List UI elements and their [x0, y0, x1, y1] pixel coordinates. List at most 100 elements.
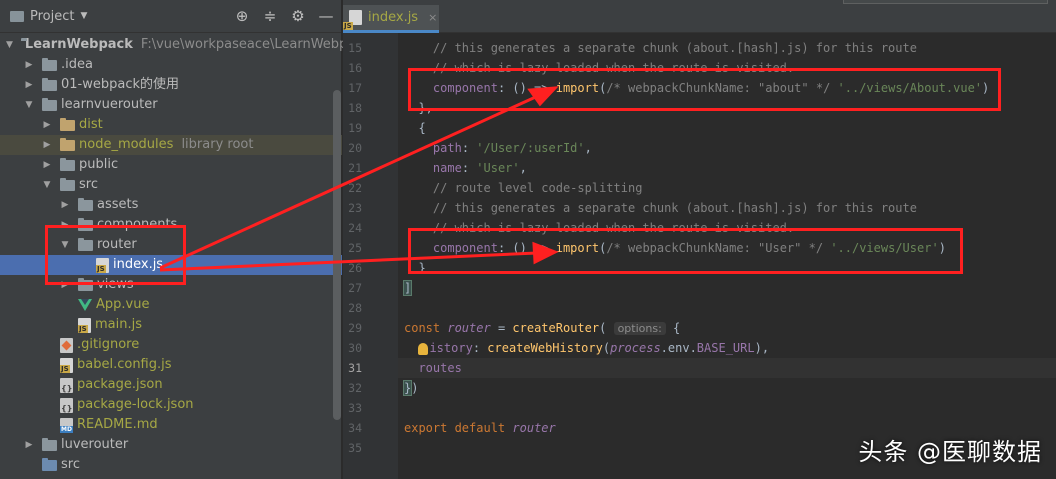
- code-line[interactable]: export default router: [404, 418, 556, 438]
- tree-item[interactable]: App.vue: [0, 295, 342, 315]
- expand-right-icon[interactable]: ▶: [42, 155, 52, 175]
- line-number: 30: [348, 341, 362, 355]
- tree-item[interactable]: ▼ learnvuerouter: [0, 95, 342, 115]
- js-file-icon: [60, 357, 73, 373]
- tree-item[interactable]: ▼ LearnWebpack F:\vue\workpaseace\LearnWeb…: [0, 35, 370, 55]
- gear-icon[interactable]: ⚙: [289, 7, 307, 25]
- code-line[interactable]: // route level code-splitting: [404, 178, 643, 198]
- tree-item[interactable]: ▶ .idea: [0, 55, 342, 75]
- tree-item-label: package-lock.json: [77, 397, 194, 412]
- tree-item-label: components: [97, 217, 178, 232]
- code-line[interactable]: }): [402, 378, 418, 398]
- tree-item-label: assets: [97, 197, 139, 212]
- collapse-all-icon[interactable]: ≑: [261, 7, 279, 25]
- excluded-folder-icon: [60, 117, 75, 131]
- markdown-file-icon: [60, 417, 73, 433]
- tree-item[interactable]: ▶ assets: [0, 195, 342, 215]
- expand-right-icon[interactable]: ▶: [60, 275, 70, 295]
- chevron-down-icon: ▼: [80, 11, 88, 21]
- editor-tab-bar: index.js ×: [343, 0, 1056, 33]
- folder-icon: [42, 437, 57, 451]
- project-toolbar: Project ▼ ⊕ ≑ ⚙ —: [0, 0, 341, 33]
- code-line[interactable]: }: [404, 258, 425, 278]
- expand-down-icon[interactable]: ▼: [60, 235, 70, 255]
- project-view-selector[interactable]: Project ▼: [10, 9, 87, 24]
- json-file-icon: [60, 377, 73, 399]
- code-area[interactable]: // this generates a separate chunk (abou…: [398, 33, 1056, 479]
- hide-icon[interactable]: —: [317, 7, 335, 25]
- expand-down-icon[interactable]: ▼: [24, 95, 34, 115]
- tree-item[interactable]: ▶ node_modules library root: [0, 135, 342, 155]
- toolbar-frame: [843, 0, 1048, 4]
- tree-item[interactable]: ▶ components: [0, 215, 342, 235]
- tree-item[interactable]: babel.config.js: [0, 355, 342, 375]
- js-file-icon: [78, 317, 91, 333]
- tree-item[interactable]: README.md: [0, 415, 342, 435]
- tree-item[interactable]: .gitignore: [0, 335, 342, 355]
- close-icon[interactable]: ×: [428, 11, 437, 24]
- tree-item-note: F:\vue\workpaseace\LearnWebpack: [140, 37, 370, 52]
- tree-item[interactable]: index.js: [0, 255, 342, 275]
- code-line[interactable]: component: () => import(/* webpackChunkN…: [404, 78, 989, 98]
- folder-icon: [60, 157, 75, 171]
- locate-icon[interactable]: ⊕: [233, 7, 251, 25]
- vue-file-icon: [78, 299, 92, 311]
- line-number: 20: [348, 141, 362, 155]
- tree-item[interactable]: ▶ luverouter: [0, 435, 342, 455]
- tree-item[interactable]: ▼ src: [0, 175, 342, 195]
- tree-item[interactable]: src: [0, 455, 342, 475]
- code-line[interactable]: // which is lazy-loaded when the route i…: [404, 218, 794, 238]
- folder-icon: [42, 77, 57, 91]
- tree-item-label: views: [97, 277, 134, 292]
- tree-item[interactable]: package.json: [0, 375, 342, 399]
- expand-right-icon[interactable]: ▶: [42, 135, 52, 155]
- code-line[interactable]: {: [404, 118, 425, 138]
- tree-item[interactable]: ▶ public: [0, 155, 342, 175]
- project-title: Project: [30, 8, 75, 24]
- tree-item-label: main.js: [95, 317, 142, 332]
- expand-down-icon[interactable]: ▼: [6, 35, 13, 55]
- folder-icon: [60, 177, 75, 191]
- folder-icon: [42, 97, 57, 111]
- code-line[interactable]: },: [404, 98, 432, 118]
- expand-right-icon[interactable]: ▶: [60, 195, 70, 215]
- folder-icon: [42, 57, 57, 71]
- expand-right-icon[interactable]: ▶: [24, 55, 34, 75]
- tree-item-label: public: [79, 157, 119, 172]
- tree-item-label: .gitignore: [77, 337, 140, 352]
- tree-item[interactable]: ▶ views: [0, 275, 342, 295]
- tree-item[interactable]: package-lock.json: [0, 395, 342, 419]
- line-number: 25: [348, 241, 362, 255]
- expand-right-icon[interactable]: ▶: [24, 75, 34, 95]
- expand-right-icon[interactable]: ▶: [42, 115, 52, 135]
- tree-item-label: router: [97, 237, 137, 252]
- watermark: 头条 @医聊数据: [858, 438, 1042, 466]
- code-line[interactable]: // this generates a separate chunk (abou…: [404, 198, 917, 218]
- expand-right-icon[interactable]: ▶: [60, 215, 70, 235]
- code-line[interactable]: // this generates a separate chunk (abou…: [404, 38, 917, 58]
- code-line[interactable]: const router = createRouter( options: {: [404, 318, 680, 338]
- line-number: 22: [348, 181, 362, 195]
- code-line[interactable]: path: '/User/:userId',: [404, 138, 592, 158]
- code-line[interactable]: component: () => import(/* webpackChunkN…: [404, 238, 946, 258]
- tab-index-js[interactable]: index.js ×: [343, 5, 439, 33]
- line-number-gutter: 15 16 17 18 19 20 21 22 23 24 25 26 27 28 29 30 31 32 33 34…: [343, 33, 398, 479]
- editor-panel: index.js × 15 16 17 18 19 20 21 22 23 24 25 26 27 28 2…: [343, 0, 1056, 479]
- code-line[interactable]: name: 'User',: [404, 158, 527, 178]
- code-line[interactable]: // which is lazy-loaded when the route i…: [404, 58, 794, 78]
- tree-item[interactable]: main.js: [0, 315, 342, 335]
- code-line[interactable]: istory: createWebHistory(process.env.BAS…: [404, 338, 769, 358]
- code-line[interactable]: ]: [402, 278, 413, 298]
- tree-item[interactable]: ▼ router: [0, 235, 342, 255]
- code-line[interactable]: routes: [404, 358, 461, 378]
- expand-right-icon[interactable]: ▶: [24, 435, 34, 455]
- line-number: 29: [348, 321, 362, 335]
- line-number: 32: [348, 381, 362, 395]
- line-number: 33: [348, 401, 362, 415]
- tree-item-label: 01-webpack的使用: [61, 77, 180, 92]
- tree-item[interactable]: ▶ dist: [0, 115, 342, 135]
- folder-icon: [78, 237, 93, 251]
- tree-item[interactable]: ▶ 01-webpack的使用: [0, 75, 342, 95]
- excluded-folder-icon: [60, 137, 75, 151]
- expand-down-icon[interactable]: ▼: [42, 175, 52, 195]
